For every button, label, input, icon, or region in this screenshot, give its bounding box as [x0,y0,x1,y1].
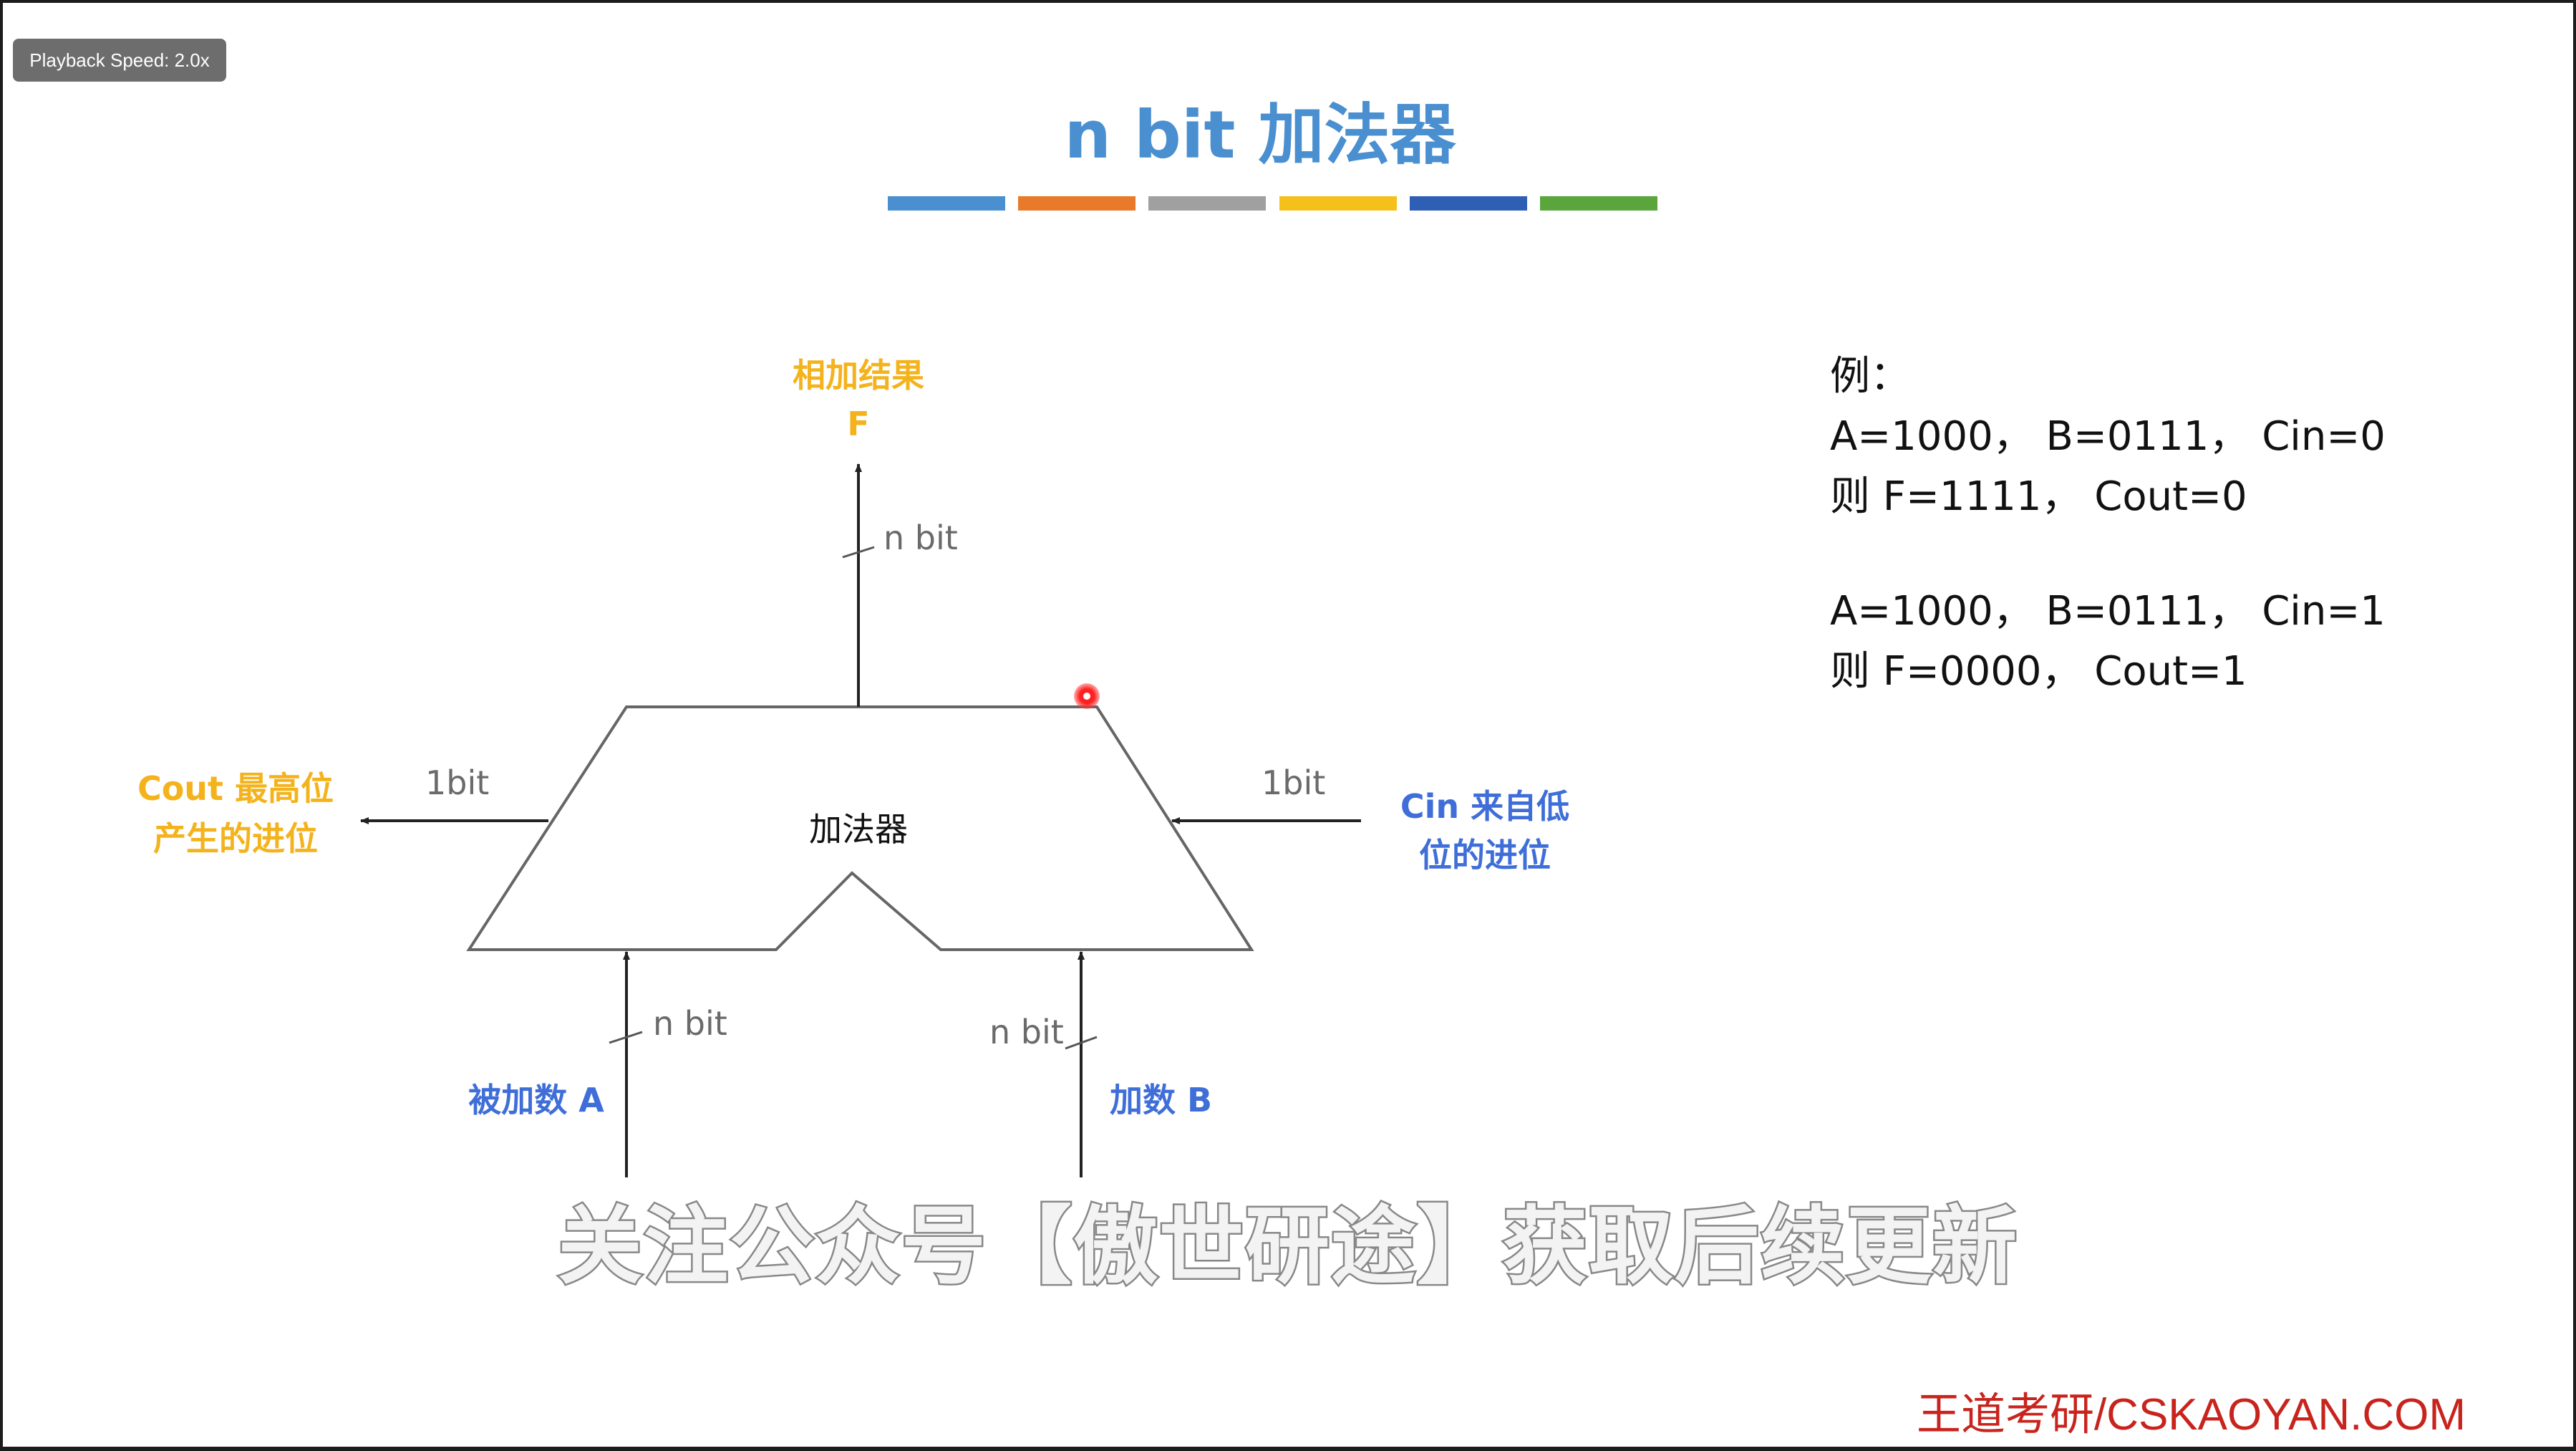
site-watermark: 王道考研/CSKAOYAN.COM [1916,1390,2466,1440]
video-subtitle: 关注公众号【傲世研途】获取后续更新 [556,1195,2018,1298]
cin-label-line1: Cin 来自低 [1400,787,1570,826]
output-f-label: 相加结果 F [751,351,966,448]
example-panel: 例： A=1000， B=0111， Cin=0 则 F=1111， Cout=… [1830,347,2386,702]
input-b-width-label: n bit [989,1013,1064,1051]
laser-pointer [1074,683,1100,709]
example-case1-inputs: A=1000， B=0111， Cin=0 [1830,413,2386,460]
example-gap [1830,527,2386,582]
cout-label-line1: Cout 最高位 [137,769,334,808]
cin-label: Cin 来自低 位的进位 [1363,782,1607,879]
output-width-label: n bit [883,519,958,557]
example-heading: 例： [1830,353,1910,400]
output-f-label-line1: 相加结果 [793,356,924,395]
output-f-label-line2: F [847,405,870,443]
example-case1-result: 则 F=1111， Cout=0 [1830,473,2247,520]
example-case2-inputs: A=1000， B=0111， Cin=1 [1830,588,2386,635]
input-a-width-label: n bit [653,1004,727,1043]
cout-label-line2: 产生的进位 [153,819,318,858]
cout-label: Cout 最高位 产生的进位 [103,763,368,864]
input-b-label: 加数 B [1109,1081,1213,1119]
input-a-label: 被加数 A [468,1081,604,1119]
adder-block-label: 加法器 [809,810,908,849]
cin-width-label: 1bit [1262,763,1326,802]
example-case2-result: 则 F=0000， Cout=1 [1830,648,2247,695]
cout-width-label: 1bit [425,763,490,802]
cin-label-line2: 位的进位 [1419,836,1551,874]
slide: n bit 加法器 加法器 相加结果 F n bit Cout 最高位 产生的进 [3,3,2573,1447]
playback-speed-badge: Playback Speed: 2.0x [13,39,226,82]
